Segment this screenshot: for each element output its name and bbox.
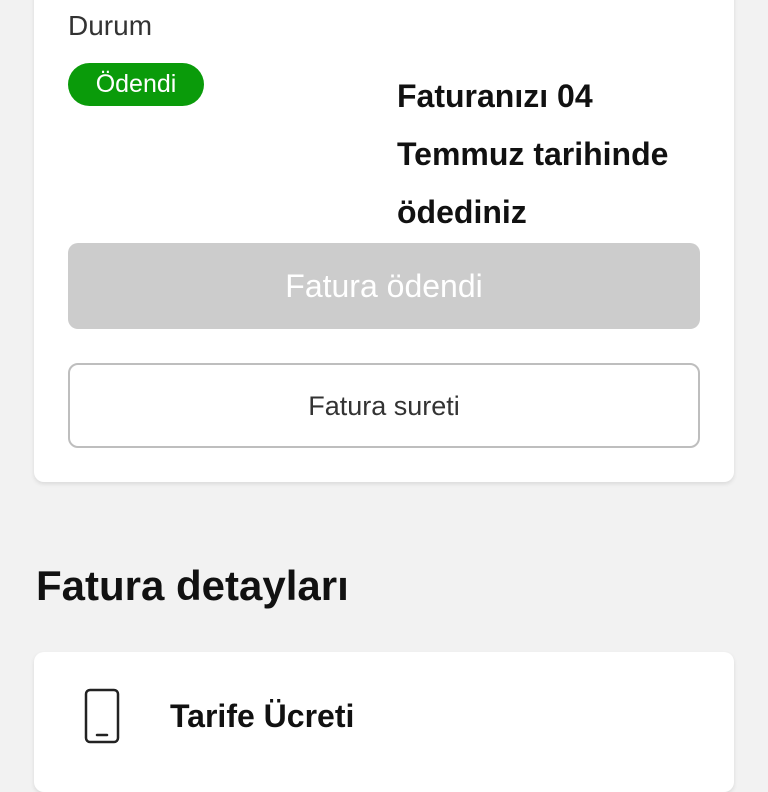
status-label: Durum <box>68 10 153 41</box>
detail-item-label: Tarife Ücreti <box>170 698 355 734</box>
invoice-paid-button[interactable]: Fatura ödendi <box>68 243 700 329</box>
mobile-phone-icon <box>84 688 120 744</box>
detail-item-tariff-fee[interactable]: Tarife Ücreti <box>34 652 734 792</box>
section-title: Fatura detayları <box>36 562 349 609</box>
invoice-status-card: Durum Ödendi Faturanızı 04 Temmuz tarihi… <box>34 0 734 482</box>
payment-message: Faturanızı 04 Temmuz tarihinde ödediniz <box>397 78 669 230</box>
invoice-copy-button[interactable]: Fatura sureti <box>68 363 700 448</box>
status-badge: Ödendi <box>68 63 204 106</box>
